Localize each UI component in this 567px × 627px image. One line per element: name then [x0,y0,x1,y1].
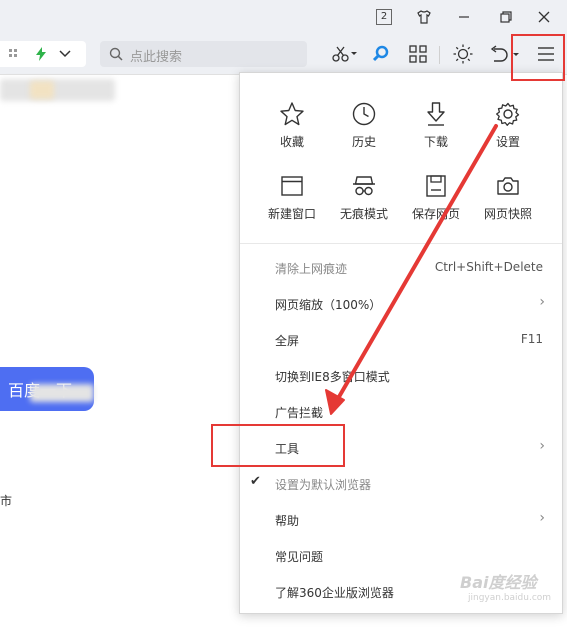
watermark-url: jingyan.baidu.com [468,593,552,603]
watermark-logo-text: Bai度经验 [460,573,537,592]
annotation-arrow [325,124,498,415]
baidu-jingyan-watermark: Bai度经验 jingyan.baidu.com [452,565,562,610]
